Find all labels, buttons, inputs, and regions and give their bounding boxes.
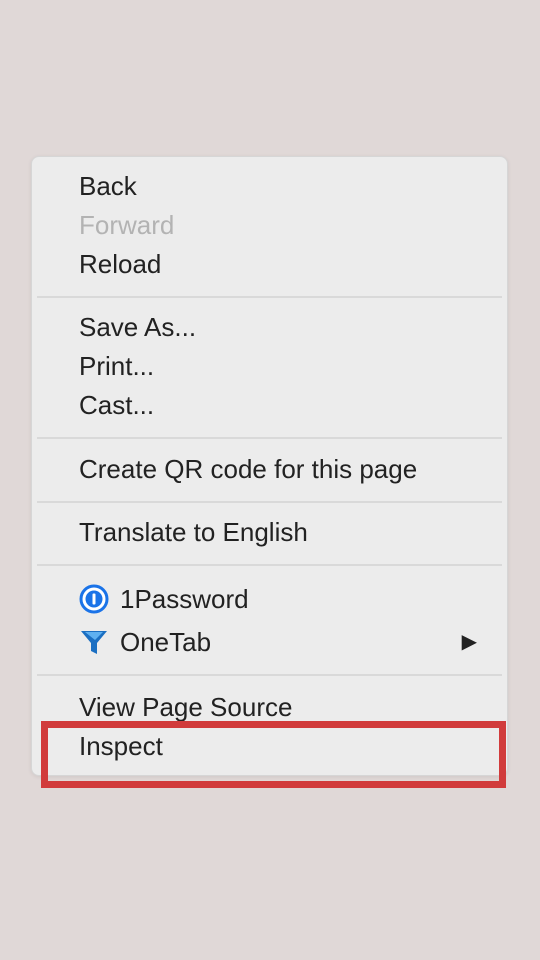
menu-separator bbox=[37, 674, 502, 676]
menu-item-create-qr-code[interactable]: Create QR code for this page bbox=[79, 451, 417, 487]
menu-item-cast[interactable]: Cast... bbox=[79, 387, 154, 423]
menu-item-forward: Forward bbox=[79, 210, 175, 240]
menu-item-1password[interactable]: 1Password bbox=[120, 581, 249, 617]
submenu-arrow-icon: ▶ bbox=[461, 631, 477, 653]
context-menu: Back Forward Reload Save As... Print... … bbox=[31, 156, 508, 776]
menu-separator bbox=[37, 437, 502, 439]
onetab-funnel-icon bbox=[81, 631, 107, 654]
menu-item-print[interactable]: Print... bbox=[79, 348, 154, 384]
menu-item-back[interactable]: Back bbox=[79, 168, 137, 204]
menu-separator bbox=[37, 564, 502, 566]
menu-separator bbox=[37, 501, 502, 503]
menu-item-view-page-source[interactable]: View Page Source bbox=[79, 689, 292, 725]
menu-item-translate[interactable]: Translate to English bbox=[79, 514, 308, 550]
menu-item-inspect[interactable]: Inspect bbox=[79, 728, 163, 764]
menu-separator bbox=[37, 296, 502, 298]
menu-item-reload[interactable]: Reload bbox=[79, 246, 161, 282]
menu-item-save-as[interactable]: Save As... bbox=[79, 309, 196, 345]
menu-item-onetab[interactable]: OneTab bbox=[120, 624, 211, 660]
1password-icon bbox=[79, 584, 109, 614]
menu-item-onetab-label: OneTab bbox=[120, 627, 212, 657]
